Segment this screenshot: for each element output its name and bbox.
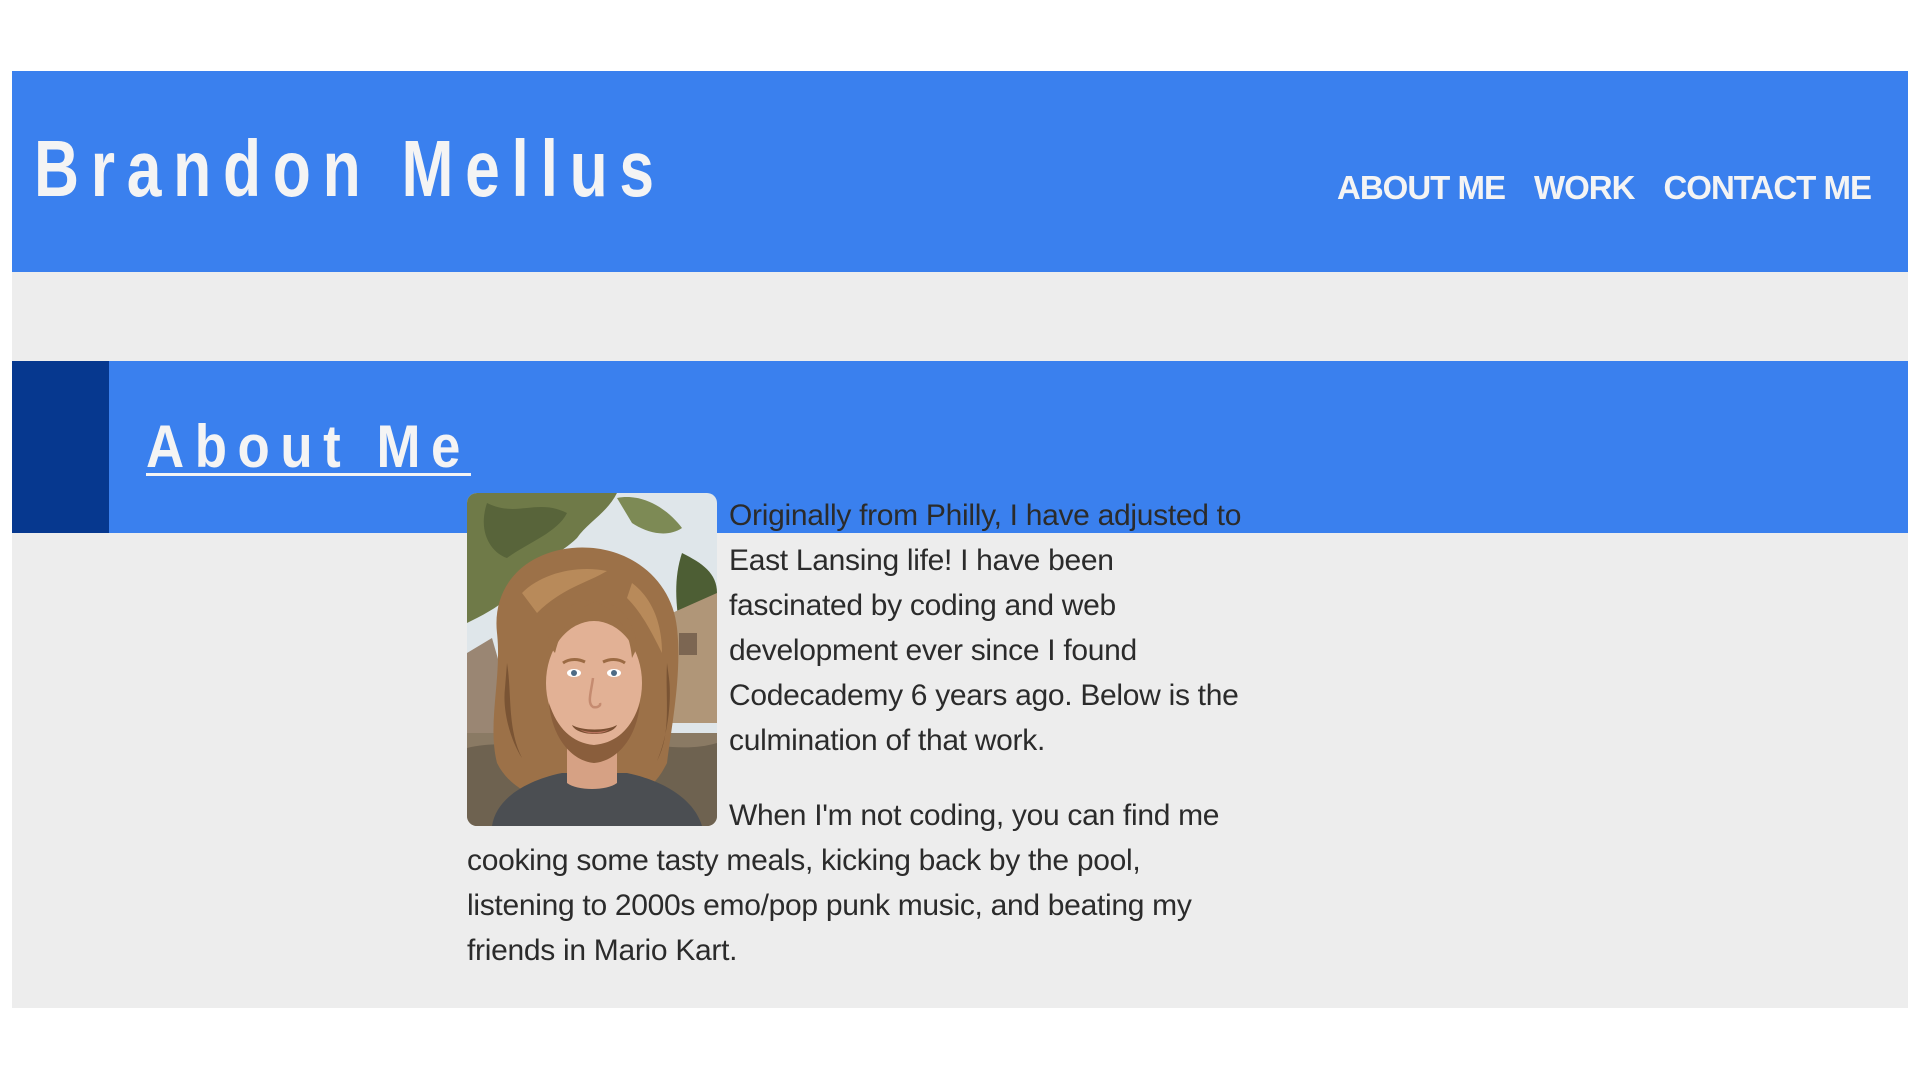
section-accent-bar xyxy=(12,361,109,533)
site-title: Brandon Mellus xyxy=(34,124,666,213)
profile-photo xyxy=(467,493,717,826)
nav-link-work[interactable]: WORK xyxy=(1534,171,1635,204)
about-content: Originally from Philly, I have adjusted … xyxy=(467,493,1247,973)
section-title-about: About Me xyxy=(146,413,471,480)
nav-link-contact-me[interactable]: CONTACT ME xyxy=(1663,171,1872,204)
nav-link-about-me[interactable]: ABOUT ME xyxy=(1337,171,1506,204)
site-header: Brandon Mellus ABOUT ME WORK CONTACT ME xyxy=(12,71,1908,272)
main-nav: ABOUT ME WORK CONTACT ME xyxy=(1337,171,1872,204)
